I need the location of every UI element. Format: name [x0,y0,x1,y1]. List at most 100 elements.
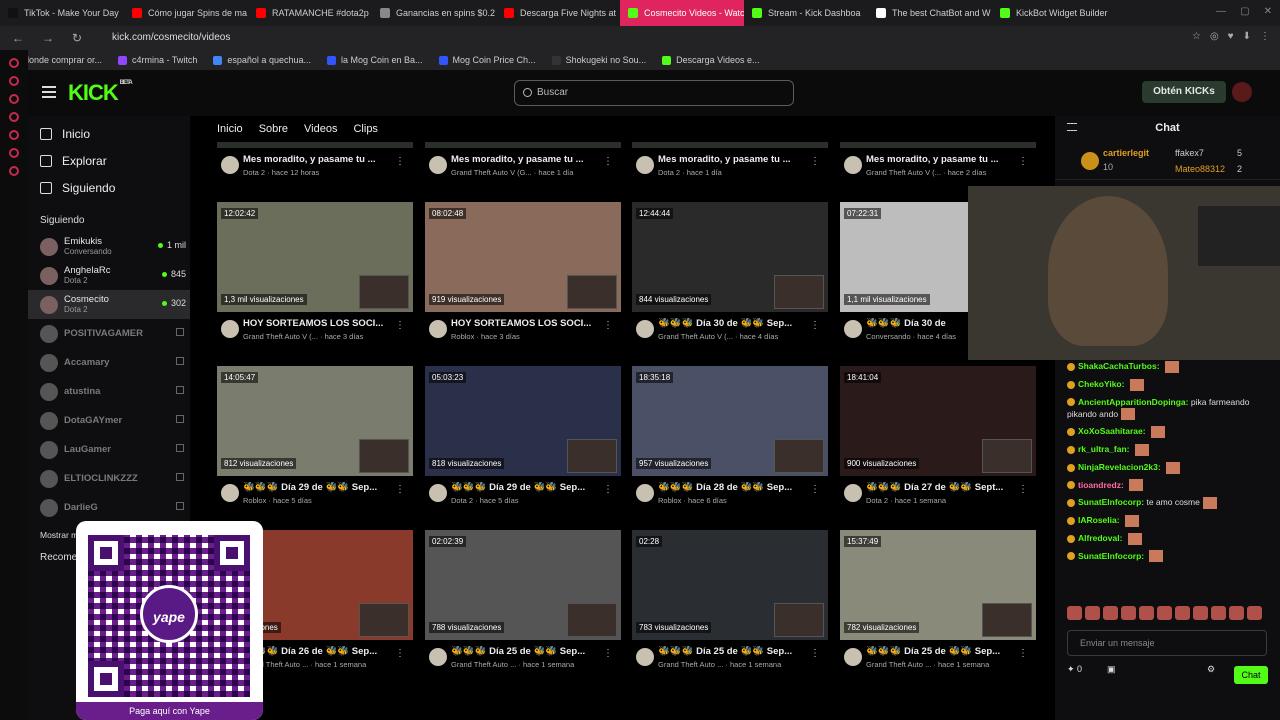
send-chat-button[interactable]: Chat [1234,666,1268,684]
chat-username[interactable]: Alfredoval: [1078,533,1122,543]
offline-channel[interactable]: DarlieG [28,493,190,522]
video-card[interactable]: Mes moradito, y pasame tu ... Dota 2 · ha… [632,142,828,188]
back-icon[interactable]: ← [12,31,30,45]
more-options-icon[interactable]: ⋮ [1018,484,1028,495]
video-thumbnail[interactable]: 02:28 783 visualizaciones [632,530,828,640]
more-options-icon[interactable]: ⋮ [810,320,820,331]
chat-username[interactable]: IARoselia: [1078,515,1120,525]
chat-username[interactable]: rk_ultra_fan: [1078,444,1130,454]
channel-tab[interactable]: Videos [304,116,337,142]
menu-icon[interactable] [42,86,56,98]
following-channel[interactable]: AnghelaRc Dota 2 845 [28,261,190,290]
bookmark-item[interactable]: Shokugeki no Sou... [551,55,646,65]
video-thumbnail[interactable]: 05:03:23 818 visualizaciones [425,366,621,476]
bookmark-item[interactable]: c4rmina - Twitch [118,55,197,65]
bookmark-item[interactable]: Mog Coin Price Ch... [438,55,536,65]
bookmark-item[interactable]: español a quechua... [213,55,311,65]
more-options-icon[interactable]: ⋮ [1018,648,1028,659]
collapse-chat-icon[interactable] [1067,123,1077,131]
video-card[interactable]: 15:37:49 782 visualizaciones 🐝🐝🐝 Día 25 de… [840,530,1036,680]
browser-tab[interactable]: Descarga Five Nights at [496,0,620,26]
sidebar-nav-item[interactable]: Inicio [28,120,190,147]
user-avatar[interactable] [1232,82,1252,102]
video-thumbnail[interactable]: 12:44:44 844 visualizaciones [632,202,828,312]
video-card[interactable]: 18:35:18 957 visualizaciones 🐝🐝🐝 Día 28 de… [632,366,828,516]
gift-icon[interactable]: ▣ [1107,664,1116,675]
chat-username[interactable]: NinjaRevelacion2k3: [1078,462,1161,472]
chat-username[interactable]: XoXoSaahitarae: [1078,426,1146,436]
emote-row[interactable] [1067,606,1262,620]
settings-icon[interactable]: ⚙ [1207,664,1215,675]
more-options-icon[interactable]: ⋮ [1018,156,1028,167]
more-options-icon[interactable]: ⋮ [395,156,405,167]
offline-channel[interactable]: Accamary [28,348,190,377]
chat-username[interactable]: ChekoYiko: [1078,379,1124,389]
video-card[interactable]: 02:02:39 788 visualizaciones 🐝🐝🐝 Día 25 de… [425,530,621,680]
video-thumbnail[interactable]: 02:02:39 788 visualizaciones [425,530,621,640]
video-card[interactable]: 14:05:47 812 visualizaciones 🐝🐝🐝 Día 29 de… [217,366,413,516]
video-card[interactable]: 12:44:44 844 visualizaciones 🐝🐝🐝 Día 30 de… [632,202,828,352]
browser-tab[interactable]: Cosmecito Videos - Watc [620,0,744,26]
bookmark-item[interactable]: la Mog Coin en Ba... [326,55,423,65]
more-options-icon[interactable]: ⋮ [395,648,405,659]
extensions-bar[interactable]: ☆ ◎ ♥ ⬇ ⋮ [1192,31,1270,42]
browser-tab[interactable]: TikTok - Make Your Day [0,0,124,26]
video-thumbnail[interactable]: 12:02:42 1,3 mil visualizaciones [217,202,413,312]
points-icon[interactable]: ✦ [1067,664,1077,674]
bookmark-item[interactable]: Descarga Videos e... [662,55,760,65]
browser-tab[interactable]: RATAMANCHE #dota2p [248,0,372,26]
forward-icon[interactable]: → [42,31,60,45]
video-thumbnail[interactable]: 14:05:47 812 visualizaciones [217,366,413,476]
browser-tab[interactable]: KickBot Widget Builder [992,0,1116,26]
more-options-icon[interactable]: ⋮ [810,156,820,167]
channel-tab[interactable]: Inicio [217,116,243,142]
chat-username[interactable]: AncientApparitionDopinga: [1078,397,1189,407]
video-card[interactable]: 02:28 783 visualizaciones 🐝🐝🐝 Día 25 de 🐝🐝… [632,530,828,680]
offline-channel[interactable]: ELTIOCLINKZZZ [28,464,190,493]
offline-channel[interactable]: LauGamer [28,435,190,464]
more-options-icon[interactable]: ⋮ [603,156,613,167]
chat-username[interactable]: tioandredz: [1078,480,1124,490]
chat-username[interactable]: SunatElnfocorp: [1078,497,1144,507]
more-options-icon[interactable]: ⋮ [395,320,405,331]
browser-tab[interactable]: Ganancias en spins $0.2 [372,0,496,26]
video-card[interactable]: Mes moradito, y pasame tu ... Grand Theft… [425,142,621,188]
more-options-icon[interactable]: ⋮ [603,320,613,331]
offline-channel[interactable]: DotaGAYmer [28,406,190,435]
top-user-name[interactable]: cartierlegit [1103,148,1149,158]
browser-tab[interactable]: Stream - Kick Dashboa [744,0,868,26]
chat-username[interactable]: SunatElnfocorp: [1078,551,1144,561]
sidebar-nav-item[interactable]: Explorar [28,147,190,174]
reload-icon[interactable]: ↻ [72,31,90,45]
video-thumbnail[interactable]: 18:41:04 900 visualizaciones [840,366,1036,476]
channel-tab[interactable]: Clips [353,116,377,142]
following-channel[interactable]: Cosmecito Dota 2 302 [28,290,190,319]
chat-input[interactable]: Enviar un mensaje [1067,630,1267,656]
video-card[interactable]: 12:02:42 1,3 mil visualizaciones HOY SORTE… [217,202,413,352]
more-options-icon[interactable]: ⋮ [810,648,820,659]
offline-channel[interactable]: POSITIVAGAMER [28,319,190,348]
video-card[interactable]: 18:41:04 900 visualizaciones 🐝🐝🐝 Día 27 de… [840,366,1036,516]
video-card[interactable]: Mes moradito, y pasame tu ... Grand Theft… [840,142,1036,188]
chat-username[interactable]: ShakaCachaTurbos: [1078,361,1160,371]
video-card[interactable]: 05:03:23 818 visualizaciones 🐝🐝🐝 Día 29 de… [425,366,621,516]
video-thumbnail[interactable]: 08:02:48 919 visualizaciones [425,202,621,312]
following-channel[interactable]: Emikukis Conversando 1 mil [28,232,190,261]
channel-tab[interactable]: Sobre [259,116,288,142]
url-field[interactable]: kick.com/cosmecito/videos [90,29,1100,47]
top-user-name[interactable]: Mateo88312 [1175,164,1225,174]
video-thumbnail[interactable]: 15:37:49 782 visualizaciones [840,530,1036,640]
yape-pay-button[interactable]: Paga aquí con Yape [76,702,263,720]
get-kicks-button[interactable]: Obtén KICKs [1142,81,1226,103]
sidebar-nav-item[interactable]: Siguiendo [28,174,190,201]
offline-channel[interactable]: atustina [28,377,190,406]
video-card[interactable]: Mes moradito, y pasame tu ... Dota 2 · ha… [217,142,413,188]
browser-tab[interactable]: Cómo jugar Spins de ma [124,0,248,26]
kick-logo[interactable]: KICK BETA [68,80,133,106]
more-options-icon[interactable]: ⋮ [603,648,613,659]
browser-tab[interactable]: The best ChatBot and W [868,0,992,26]
more-options-icon[interactable]: ⋮ [395,484,405,495]
more-options-icon[interactable]: ⋮ [810,484,820,495]
video-thumbnail[interactable]: 18:35:18 957 visualizaciones [632,366,828,476]
window-controls[interactable]: — ▢ ✕ [1216,6,1272,17]
